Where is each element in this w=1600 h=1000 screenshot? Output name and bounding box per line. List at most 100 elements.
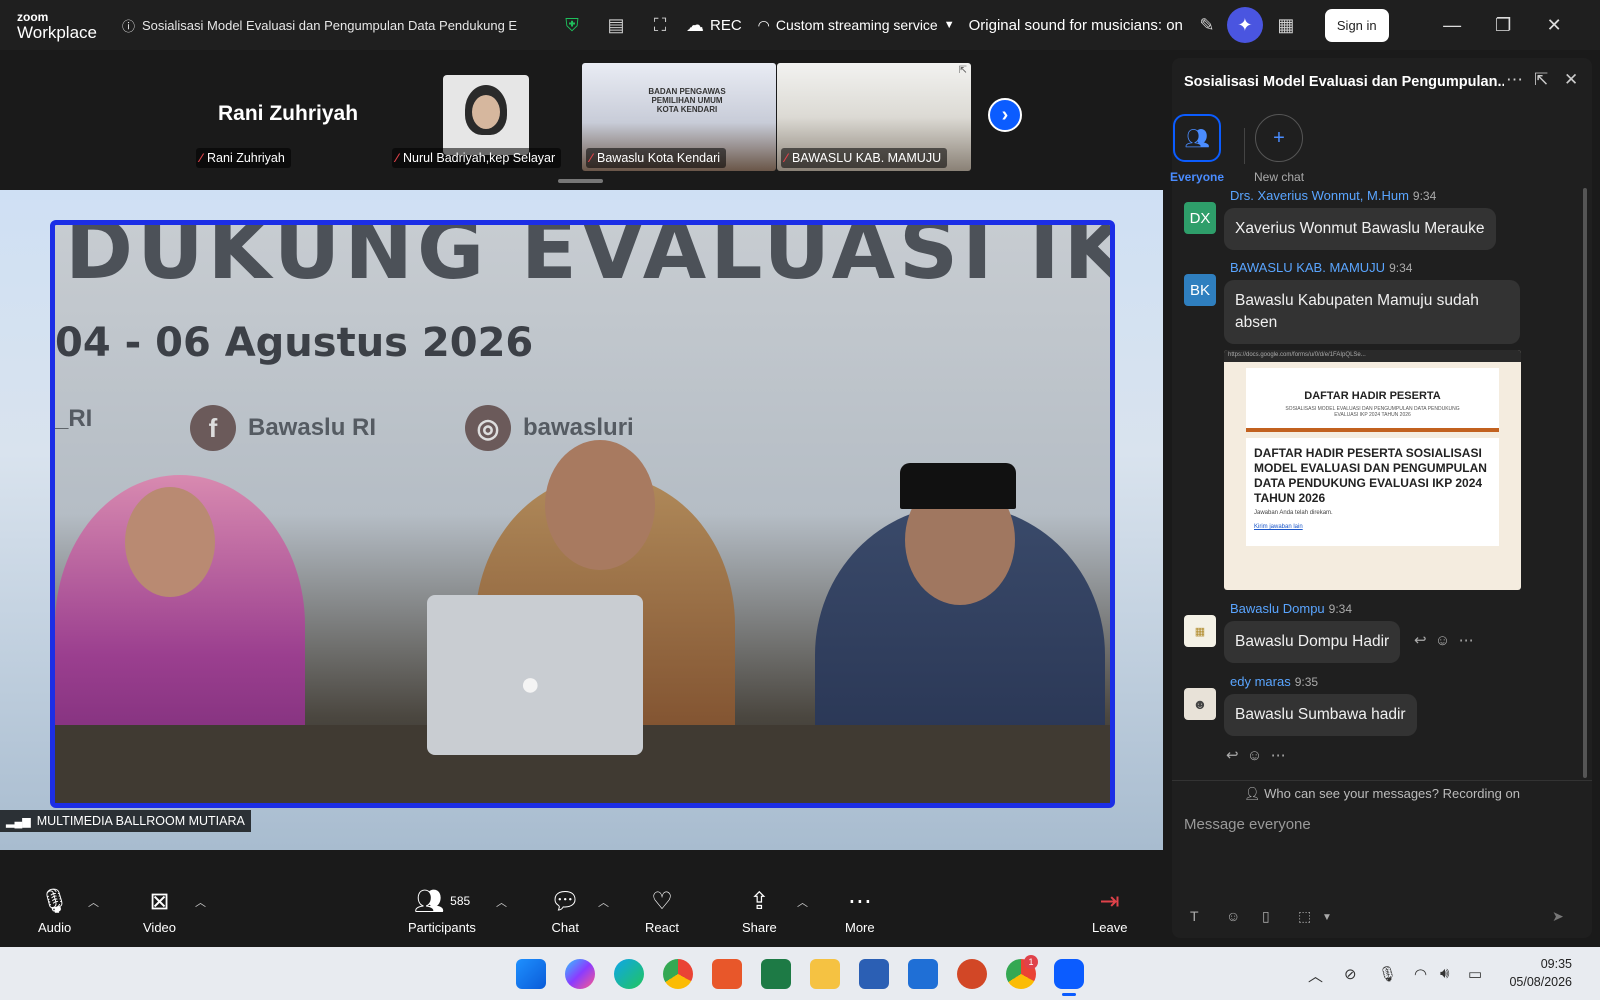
more-label: More [845, 920, 875, 935]
chat-more-icon[interactable]: ⋯ [1506, 70, 1523, 90]
layout-icon[interactable]: ⛶ [638, 5, 682, 45]
original-sound-toggle[interactable]: Original sound for musicians: on [969, 17, 1183, 34]
form-title: DAFTAR HADIR PESERTA SOSIALISASI MODEL E… [1254, 446, 1487, 505]
message-sender[interactable]: Drs. Xaverius Wonmut, M.Hum 9:34 [1230, 188, 1436, 203]
screenshot-icon[interactable]: ⬚ [1298, 908, 1311, 925]
streaming-indicator[interactable]: ◠ Custom streaming service ▼ [758, 17, 955, 34]
backdrop-social-left: _RI [55, 405, 92, 433]
volume-icon[interactable]: 🔊︎ [1440, 965, 1449, 982]
attachment-url-bar: https://docs.google.com/forms/u/0/d/e/1F… [1224, 350, 1521, 362]
powerpoint-icon[interactable] [957, 959, 987, 989]
file-icon[interactable]: ▯ [1262, 908, 1270, 925]
minimize-icon[interactable]: — [1427, 15, 1478, 36]
send-icon[interactable]: ➤ [1552, 908, 1564, 925]
chat-button[interactable]: 💬︎ Chat [550, 886, 580, 936]
avatar[interactable]: BK [1184, 274, 1216, 306]
reply-icon[interactable]: ↩ [1414, 632, 1427, 649]
message-bubble[interactable]: Bawaslu Dompu Hadir [1224, 621, 1401, 663]
audio-options-caret-icon[interactable]: ︿ [88, 894, 99, 910]
recording-indicator[interactable]: ☁ REC [686, 15, 742, 36]
tile-nurul[interactable]: ⁄ Nurul Badriyah,kep Selayar [388, 63, 574, 171]
strip-resize-handle[interactable] [558, 179, 603, 183]
file-explorer-icon[interactable] [810, 959, 840, 989]
message-sender[interactable]: BAWASLU KAB. MAMUJU 9:34 [1230, 260, 1412, 275]
ai-companion-icon[interactable]: ✦ [1226, 7, 1263, 43]
tile-rani[interactable]: ⁄ Rani Zuhriyah [192, 63, 302, 171]
microphone-icon[interactable]: 🎙︎ [1378, 965, 1397, 983]
share-options-caret-icon[interactable]: ︿ [797, 894, 808, 910]
message-bubble[interactable]: Bawaslu Sumbawa hadir [1224, 694, 1417, 736]
tab-everyone[interactable]: 👥︎ Everyone [1170, 114, 1224, 184]
avatar[interactable]: ▦ [1184, 615, 1216, 647]
tray-overflow-icon[interactable]: ︿ [1308, 965, 1323, 986]
zoom-taskbar-icon[interactable] [1054, 959, 1084, 989]
share-button[interactable]: ⇪ Share [742, 886, 777, 936]
message-list: DX Drs. Xaverius Wonmut, M.Hum 9:34 Xaver… [1172, 188, 1582, 783]
close-chat-icon[interactable]: ✕ [1564, 70, 1578, 90]
word-icon[interactable] [859, 959, 889, 989]
message-more-icon[interactable]: ⋯ [1459, 632, 1474, 649]
participants-options-caret-icon[interactable]: ︿ [496, 894, 507, 910]
active-app-indicator [1062, 993, 1076, 996]
apps-icon[interactable]: ▦ [1263, 5, 1309, 45]
start-icon[interactable] [516, 959, 546, 989]
video-button[interactable]: ⊠ Video [143, 886, 176, 936]
chat-scrollbar[interactable] [1583, 188, 1587, 778]
pdf-app-icon[interactable] [712, 959, 742, 989]
leave-button[interactable]: ⇥ Leave [1092, 886, 1128, 936]
chat-options-caret-icon[interactable]: ︿ [598, 894, 609, 910]
wand-icon[interactable]: ✎ [1187, 5, 1227, 45]
tile-kendari[interactable]: BADAN PENGAWAS PEMILIHAN UMUM KOTA KENDAR… [582, 63, 776, 171]
participants-button[interactable]: 👥︎ 585 Participants [408, 886, 476, 936]
meeting-info[interactable]: ⓘ Sosialisasi Model Evaluasi dan Pengump… [122, 16, 532, 35]
battery-icon[interactable]: ▭ [1468, 965, 1482, 983]
popout-icon[interactable]: ⇱ [959, 65, 967, 76]
restore-icon[interactable]: ❐ [1478, 15, 1529, 36]
encryption-shield-icon[interactable]: ⛨ [550, 5, 594, 45]
video-options-caret-icon[interactable]: ︿ [195, 894, 206, 910]
participants-count: 585 [450, 894, 471, 908]
message-more-icon[interactable]: ⋯ [1271, 747, 1286, 764]
audio-button[interactable]: 🎙︎ Audio [38, 886, 71, 936]
tile-name-tag: ⁄ Bawaslu Kota Kendari [586, 148, 727, 168]
image-attachment[interactable]: https://docs.google.com/forms/u/0/d/e/1F… [1224, 350, 1521, 590]
active-speaker-frame: DUKUNG EVALUASI IKP 202 04 - 06 Agustus … [50, 220, 1115, 808]
add-reaction-icon[interactable]: ☺ [1247, 747, 1262, 764]
sync-off-icon[interactable]: ⊘ [1344, 965, 1357, 983]
tab-new-chat[interactable]: + New chat [1254, 114, 1304, 184]
react-button[interactable]: ♡ React [645, 886, 679, 936]
message-bubble[interactable]: Xaverius Wonmut Bawaslu Merauke [1224, 208, 1496, 250]
more-button[interactable]: ⋯ More [845, 886, 875, 936]
text-format-icon[interactable]: T [1190, 908, 1199, 924]
copilot-icon[interactable] [565, 959, 595, 989]
chevron-down-icon[interactable]: ▼ [1322, 912, 1332, 923]
tile-label: Nurul Badriyah,kep Selayar [403, 151, 556, 165]
avatar[interactable]: ☻ [1184, 688, 1216, 720]
visibility-note[interactable]: 👤︎ Who can see your messages? Recording … [1172, 780, 1592, 806]
message-input[interactable]: Message everyone [1184, 816, 1311, 833]
message-sender[interactable]: Bawaslu Dompu 9:34 [1230, 601, 1352, 616]
sign-in-button[interactable]: Sign in [1324, 8, 1389, 42]
zoom-window: zoom Workplace ⓘ Sosialisasi Model Evalu… [0, 0, 1600, 1000]
notes-icon[interactable]: ▤ [594, 5, 638, 45]
chrome-icon[interactable] [663, 959, 693, 989]
next-page-button[interactable]: › [988, 98, 1022, 132]
add-reaction-icon[interactable]: ☺ [1435, 632, 1450, 649]
store-icon[interactable] [908, 959, 938, 989]
edge-icon[interactable] [614, 959, 644, 989]
info-icon[interactable]: ⓘ [122, 16, 135, 35]
tile-mamuju[interactable]: ⇱ ⁄ BAWASLU KAB. MAMUJU [777, 63, 971, 171]
avatar[interactable]: DX [1184, 202, 1216, 234]
excel-icon[interactable] [761, 959, 791, 989]
chat-panel: Sosialisasi Model Evaluasi dan Pengumpul… [1170, 58, 1592, 938]
message-bubble[interactable]: Bawaslu Kabupaten Mamuju sudah absen [1224, 280, 1520, 344]
message-sender[interactable]: edy maras 9:35 [1230, 674, 1318, 689]
leave-label: Leave [1092, 920, 1128, 935]
wall-sign-top: BADAN PENGAWAS PEMILIHAN UMUM [648, 87, 726, 105]
taskbar-clock[interactable]: 09:35 05/08/2026 [1509, 955, 1572, 991]
popout-icon[interactable]: ⇱ [1534, 70, 1548, 90]
emoji-icon[interactable]: ☺ [1226, 908, 1240, 924]
wifi-icon[interactable]: ◠ [1414, 965, 1427, 983]
close-window-icon[interactable]: ✕ [1529, 15, 1580, 36]
reply-icon[interactable]: ↩ [1226, 747, 1239, 764]
